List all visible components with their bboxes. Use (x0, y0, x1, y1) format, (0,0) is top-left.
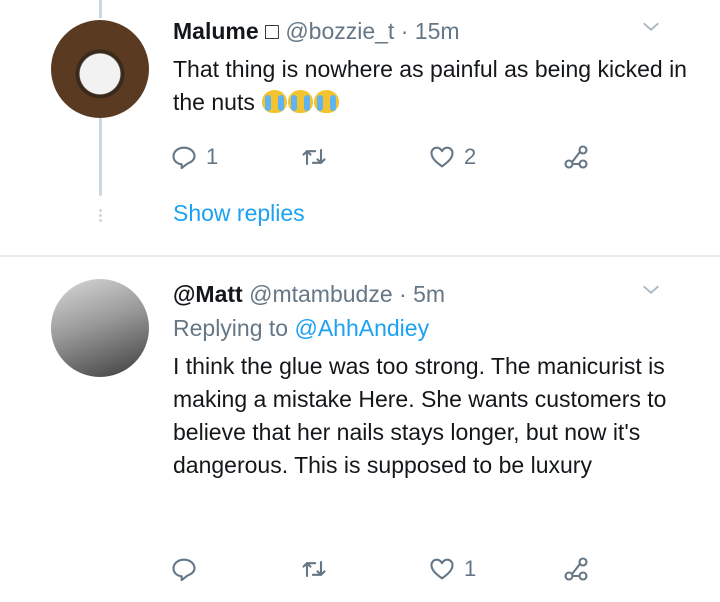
reply-icon (172, 146, 196, 170)
like-icon (430, 146, 454, 168)
reply-button[interactable]: 1 (170, 140, 218, 174)
thread-more-dots (98, 208, 103, 222)
tweet[interactable]: Malume □ @bozzie_t · 15m That thing is n… (0, 0, 720, 255)
separator: · (400, 18, 409, 44)
thread-connector (99, 0, 102, 18)
replying-to: Replying to @AhhAndiey (173, 315, 429, 342)
avatar[interactable] (51, 20, 149, 118)
replying-to-handle[interactable]: @AhhAndiey (294, 315, 429, 341)
handle[interactable]: @bozzie_t (285, 18, 394, 44)
like-count: 2 (464, 144, 477, 169)
display-name[interactable]: Malume □ (173, 18, 279, 44)
avatar[interactable] (51, 279, 149, 377)
like-button[interactable]: 2 (428, 140, 476, 174)
retweet-icon (302, 148, 326, 166)
tweet-actions: 1 2 (170, 140, 610, 174)
retweet-button[interactable] (300, 140, 336, 174)
chevron-down-icon[interactable] (640, 279, 662, 301)
chevron-down-icon[interactable] (640, 16, 662, 38)
like-count: 1 (464, 556, 477, 581)
tweet-header: Malume □ @bozzie_t · 15m (173, 18, 460, 45)
like-button[interactable]: 1 (428, 552, 476, 586)
share-button[interactable] (562, 140, 590, 174)
crying-face-emoji (288, 90, 314, 113)
show-replies-link[interactable]: Show replies (173, 200, 305, 227)
handle[interactable]: @mtambudze (249, 281, 393, 307)
tweet-text-content: That thing is nowhere as painful as bein… (173, 56, 687, 115)
tweet-text: That thing is nowhere as painful as bein… (173, 53, 693, 119)
separator: · (399, 281, 407, 307)
timestamp[interactable]: 5m (413, 281, 445, 307)
reply-icon (172, 558, 196, 582)
tweet-header: @Matt @mtambudze · 5m (173, 281, 445, 308)
timestamp[interactable]: 15m (415, 18, 460, 44)
reply-count: 1 (206, 144, 219, 169)
display-name[interactable]: @Matt (173, 281, 243, 307)
reply-button[interactable] (170, 552, 206, 586)
share-icon (564, 145, 588, 169)
share-icon (564, 557, 588, 581)
thread-line (99, 118, 102, 196)
share-button[interactable] (562, 552, 590, 586)
crying-face-emoji (314, 90, 340, 113)
tweet-actions: 1 (170, 552, 610, 586)
crying-face-emoji (262, 90, 288, 113)
tweet-text: I think the glue was too strong. The man… (173, 353, 667, 478)
retweet-icon (302, 560, 326, 578)
replying-to-label: Replying to (173, 315, 289, 341)
retweet-button[interactable] (300, 552, 336, 586)
tweet[interactable]: @Matt @mtambudze · 5m Replying to @AhhAn… (0, 257, 720, 602)
like-icon (430, 558, 454, 580)
